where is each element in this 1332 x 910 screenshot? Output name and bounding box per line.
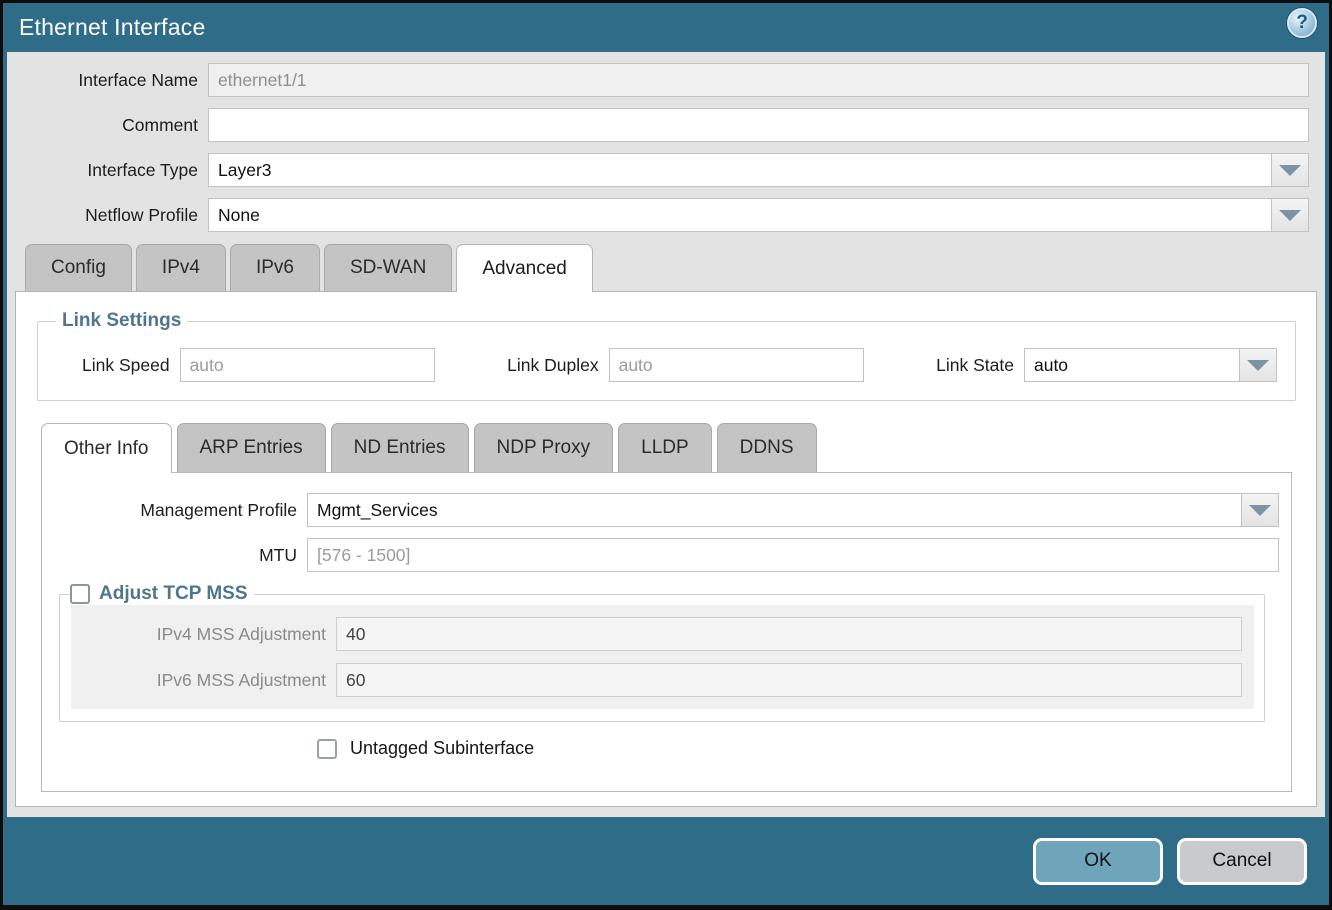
tab-config[interactable]: Config xyxy=(25,244,132,291)
help-icon[interactable]: ? xyxy=(1287,8,1317,38)
untagged-subinterface-row: Untagged Subinterface xyxy=(317,738,1279,759)
comment-row: Comment xyxy=(23,108,1309,142)
ipv4-mss-label: IPv4 MSS Adjustment xyxy=(71,624,336,645)
mtu-field[interactable] xyxy=(307,538,1279,572)
main-tabstrip: Config IPv4 IPv6 SD-WAN Advanced xyxy=(7,244,1325,291)
subtab-lldp[interactable]: LLDP xyxy=(618,423,712,472)
subtab-ddns[interactable]: DDNS xyxy=(717,423,817,472)
link-duplex-field[interactable] xyxy=(609,348,864,382)
chevron-down-icon xyxy=(1279,165,1301,176)
link-state-group: Link State xyxy=(936,348,1277,382)
interface-type-row: Interface Type xyxy=(23,153,1309,187)
chevron-down-icon xyxy=(1249,505,1271,516)
interface-type-label: Interface Type xyxy=(23,160,208,181)
link-state-trigger[interactable] xyxy=(1239,348,1277,382)
link-state-dropdown[interactable] xyxy=(1024,348,1277,382)
management-profile-row: Management Profile xyxy=(42,493,1279,527)
link-speed-field[interactable] xyxy=(180,348,435,382)
management-profile-dropdown[interactable] xyxy=(307,493,1279,527)
link-duplex-group: Link Duplex xyxy=(507,348,863,382)
interface-type-dropdown[interactable] xyxy=(208,153,1309,187)
interface-name-label: Interface Name xyxy=(23,70,208,91)
interface-type-trigger[interactable] xyxy=(1271,153,1309,187)
sub-tabstrip: Other Info ARP Entries ND Entries NDP Pr… xyxy=(30,423,1302,472)
body-spacer xyxy=(7,807,1325,817)
subtab-other-info[interactable]: Other Info xyxy=(41,423,172,473)
dialog-title: Ethernet Interface xyxy=(19,14,205,41)
link-state-label: Link State xyxy=(936,355,1024,376)
untagged-subinterface-checkbox[interactable] xyxy=(317,739,337,759)
netflow-profile-value[interactable] xyxy=(208,198,1271,232)
chevron-down-icon xyxy=(1247,360,1269,371)
netflow-profile-label: Netflow Profile xyxy=(23,205,208,226)
link-duplex-label: Link Duplex xyxy=(507,355,608,376)
subtab-arp-entries[interactable]: ARP Entries xyxy=(177,423,326,472)
cancel-button[interactable]: Cancel xyxy=(1177,838,1307,885)
ethernet-interface-dialog: Ethernet Interface ? Interface Name Comm… xyxy=(3,3,1329,905)
netflow-profile-trigger[interactable] xyxy=(1271,198,1309,232)
ipv4-mss-field xyxy=(336,617,1242,651)
management-profile-trigger[interactable] xyxy=(1241,493,1279,527)
tab-sdwan[interactable]: SD-WAN xyxy=(324,244,452,291)
ok-button[interactable]: OK xyxy=(1033,838,1163,885)
adjust-tcp-mss-label: Adjust TCP MSS xyxy=(99,583,248,605)
link-settings-fieldset: Link Settings Link Speed Link Duplex Lin… xyxy=(37,310,1296,401)
link-settings-legend: Link Settings xyxy=(56,310,187,332)
tab-ipv4[interactable]: IPv4 xyxy=(136,244,226,291)
subtab-nd-entries[interactable]: ND Entries xyxy=(331,423,469,472)
ipv6-mss-label: IPv6 MSS Adjustment xyxy=(71,670,336,691)
advanced-tab-panel: Link Settings Link Speed Link Duplex Lin… xyxy=(15,291,1317,807)
management-profile-value[interactable] xyxy=(307,493,1241,527)
tab-advanced[interactable]: Advanced xyxy=(456,244,593,292)
adjust-tcp-mss-checkbox[interactable] xyxy=(70,584,90,604)
link-speed-label: Link Speed xyxy=(82,355,180,376)
ipv6-mss-field xyxy=(336,663,1242,697)
tab-ipv6[interactable]: IPv6 xyxy=(230,244,320,291)
chevron-down-icon xyxy=(1279,210,1301,221)
netflow-profile-dropdown[interactable] xyxy=(208,198,1309,232)
dialog-titlebar: Ethernet Interface ? xyxy=(7,3,1325,52)
top-form: Interface Name Comment Interface Type xyxy=(7,52,1325,243)
adjust-tcp-mss-legend: Adjust TCP MSS xyxy=(70,583,254,605)
interface-type-value[interactable] xyxy=(208,153,1271,187)
dialog-footer: OK Cancel xyxy=(7,817,1325,905)
untagged-subinterface-label: Untagged Subinterface xyxy=(350,738,534,759)
link-speed-group: Link Speed xyxy=(82,348,435,382)
interface-name-row: Interface Name xyxy=(23,63,1309,97)
ipv4-mss-row: IPv4 MSS Adjustment xyxy=(71,617,1242,651)
mtu-label: MTU xyxy=(42,545,307,566)
link-state-value[interactable] xyxy=(1024,348,1239,382)
mss-disabled-area: IPv4 MSS Adjustment IPv6 MSS Adjustment xyxy=(71,605,1254,709)
ipv6-mss-row: IPv6 MSS Adjustment xyxy=(71,663,1242,697)
mtu-row: MTU xyxy=(42,538,1279,572)
subtab-ndp-proxy[interactable]: NDP Proxy xyxy=(474,423,614,472)
other-info-panel: Management Profile MTU xyxy=(41,472,1292,792)
interface-name-field xyxy=(208,63,1309,97)
comment-label: Comment xyxy=(23,115,208,136)
netflow-profile-row: Netflow Profile xyxy=(23,198,1309,232)
comment-field[interactable] xyxy=(208,108,1309,142)
management-profile-label: Management Profile xyxy=(42,500,307,521)
adjust-tcp-mss-fieldset: Adjust TCP MSS IPv4 MSS Adjustment IPv6 … xyxy=(59,583,1265,722)
